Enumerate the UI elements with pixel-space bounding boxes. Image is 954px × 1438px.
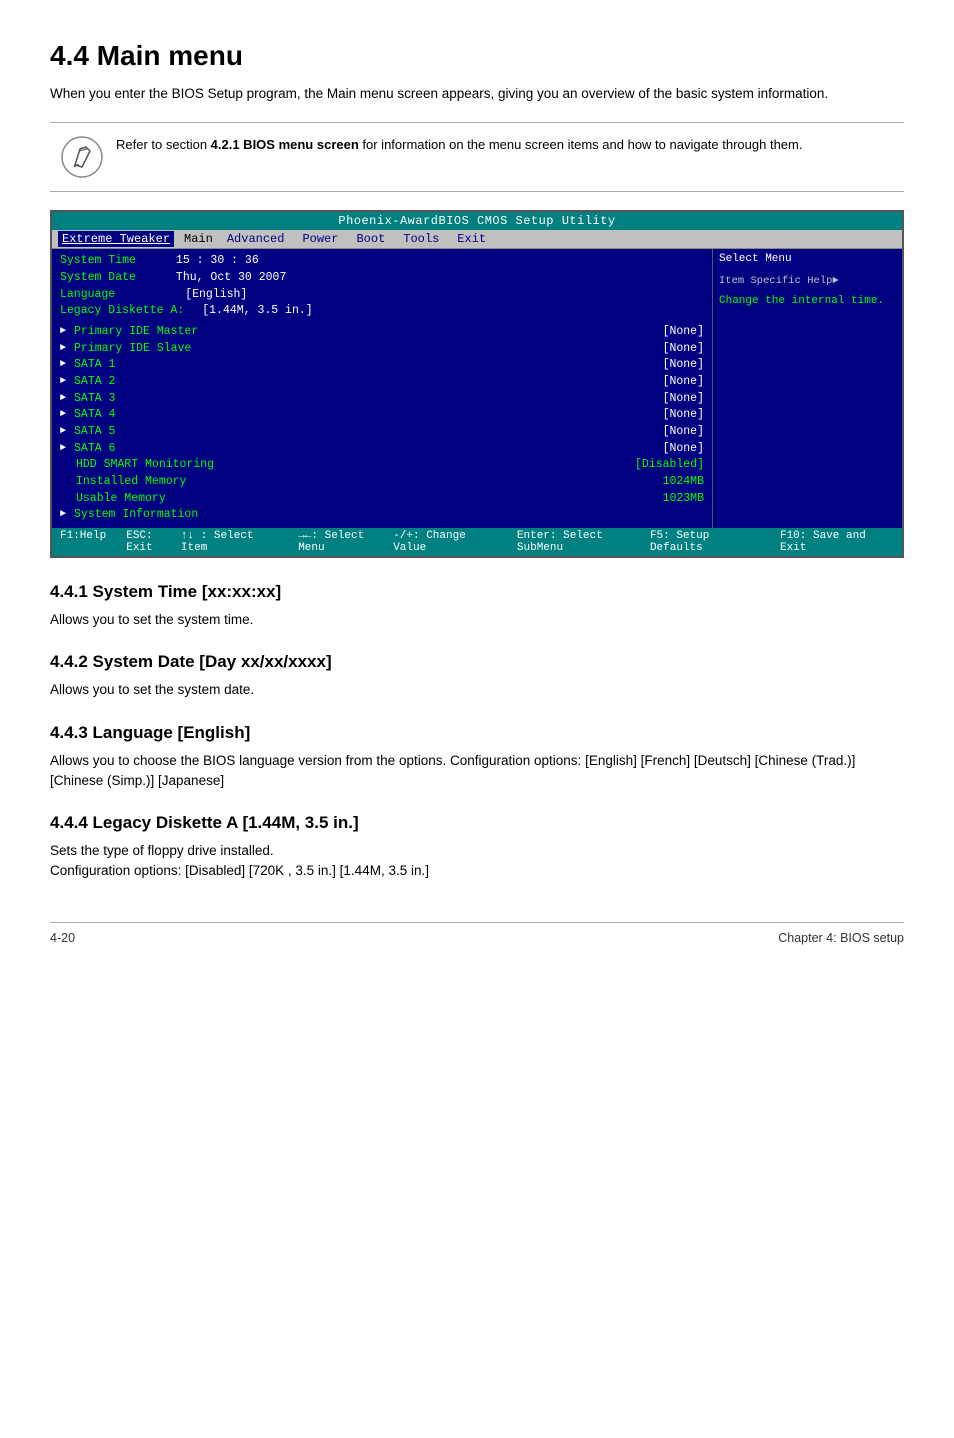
intro-text: When you enter the BIOS Setup program, t… xyxy=(50,84,904,104)
menu-item-power[interactable]: Power xyxy=(298,231,342,247)
sections: 4.4.1 System Time [xx:xx:xx] Allows you … xyxy=(50,582,904,882)
bios-row-usable-mem: Usable Memory 1023MB xyxy=(60,491,704,508)
page-title: 4.4 Main menu xyxy=(50,40,904,72)
bios-container: Phoenix-AwardBIOS CMOS Setup Utility Ext… xyxy=(50,210,904,558)
bios-item-sata1: ► SATA 1 [None] xyxy=(60,357,704,374)
bios-footer-f5: F5: Setup Defaults xyxy=(650,530,764,554)
bios-footer: F1:Help ESC: Exit ↑↓ : Select Item →←: S… xyxy=(52,528,902,556)
footer-chapter: Chapter 4: BIOS setup xyxy=(778,931,904,945)
footer-page-number: 4-20 xyxy=(50,931,75,945)
bios-item-sata5: ► SATA 5 [None] xyxy=(60,424,704,441)
menu-label-main: Main xyxy=(184,232,213,246)
section-444-title: 4.4.4 Legacy Diskette A [1.44M, 3.5 in.] xyxy=(50,813,904,833)
bios-row-system-date: System Date Thu, Oct 30 2007 xyxy=(60,270,704,287)
bios-footer-f1: F1:Help xyxy=(60,530,106,554)
menu-item-boot[interactable]: Boot xyxy=(352,231,389,247)
bios-item-system-info: ► System Information xyxy=(60,507,704,524)
section-444-body: Sets the type of floppy drive installed.… xyxy=(50,841,904,882)
bios-main-content: System Time 15 : 30 : 36 System Date Thu… xyxy=(52,249,712,528)
bios-footer-change-value: -/+: Change Value xyxy=(393,530,501,554)
bios-item-sata6: ► SATA 6 [None] xyxy=(60,441,704,458)
bios-item-sata4: ► SATA 4 [None] xyxy=(60,407,704,424)
bios-row-hdd-smart: HDD SMART Monitoring [Disabled] xyxy=(60,457,704,474)
menu-item-extreme-tweaker[interactable]: Extreme Tweaker xyxy=(58,231,174,247)
note-icon xyxy=(60,135,104,179)
bios-title-bar: Phoenix-AwardBIOS CMOS Setup Utility xyxy=(52,212,902,230)
section-442-title: 4.4.2 System Date [Day xx/xx/xxxx] xyxy=(50,652,904,672)
right-select-menu: Select Menu xyxy=(719,253,896,265)
bios-right-panel: Select Menu Item Specific Help► Change t… xyxy=(712,249,902,528)
bios-footer-change: -/+: Change Value Enter: Select SubMenu xyxy=(393,530,650,554)
note-box: Refer to section 4.2.1 BIOS menu screen … xyxy=(50,122,904,192)
bios-footer-esc: ESC: Exit xyxy=(126,530,181,554)
menu-item-tools[interactable]: Tools xyxy=(399,231,443,247)
bios-body: System Time 15 : 30 : 36 System Date Thu… xyxy=(52,249,902,528)
bios-footer-left: F1:Help ESC: Exit xyxy=(60,530,181,554)
menu-item-exit[interactable]: Exit xyxy=(453,231,490,247)
bios-row-diskette: Legacy Diskette A: [1.44M, 3.5 in.] xyxy=(60,303,704,320)
section-441-body: Allows you to set the system time. xyxy=(50,610,904,630)
section-443-body: Allows you to choose the BIOS language v… xyxy=(50,751,904,792)
bios-item-primary-ide-slave: ► Primary IDE Slave [None] xyxy=(60,341,704,358)
right-change-text: Change the internal time. xyxy=(719,295,896,307)
bios-item-sata2: ► SATA 2 [None] xyxy=(60,374,704,391)
bios-footer-f10: F10: Save and Exit xyxy=(780,530,894,554)
section-441-title: 4.4.1 System Time [xx:xx:xx] xyxy=(50,582,904,602)
bios-item-sata3: ► SATA 3 [None] xyxy=(60,391,704,408)
bios-footer-updown: ↑↓ : Select Item xyxy=(181,530,282,554)
bios-menu-bar: Extreme Tweaker Main Advanced Power Boot… xyxy=(52,230,902,249)
right-item-specific: Item Specific Help► xyxy=(719,275,896,287)
bios-row-installed-mem: Installed Memory 1024MB xyxy=(60,474,704,491)
page-footer: 4-20 Chapter 4: BIOS setup xyxy=(50,922,904,945)
bios-row-language: Language [English] xyxy=(60,287,704,304)
bios-item-primary-ide-master: ► Primary IDE Master [None] xyxy=(60,324,704,341)
bios-footer-middle: ↑↓ : Select Item →←: Select Menu xyxy=(181,530,393,554)
note-text: Refer to section 4.2.1 BIOS menu screen … xyxy=(116,135,802,155)
menu-item-advanced[interactable]: Advanced xyxy=(223,231,289,247)
section-443-title: 4.4.3 Language [English] xyxy=(50,723,904,743)
bios-footer-right: F5: Setup Defaults F10: Save and Exit xyxy=(650,530,894,554)
bios-row-system-time: System Time 15 : 30 : 36 xyxy=(60,253,704,270)
bios-footer-enter: Enter: Select SubMenu xyxy=(517,530,650,554)
section-442-body: Allows you to set the system date. xyxy=(50,680,904,700)
bios-footer-leftright: →←: Select Menu xyxy=(298,530,393,554)
